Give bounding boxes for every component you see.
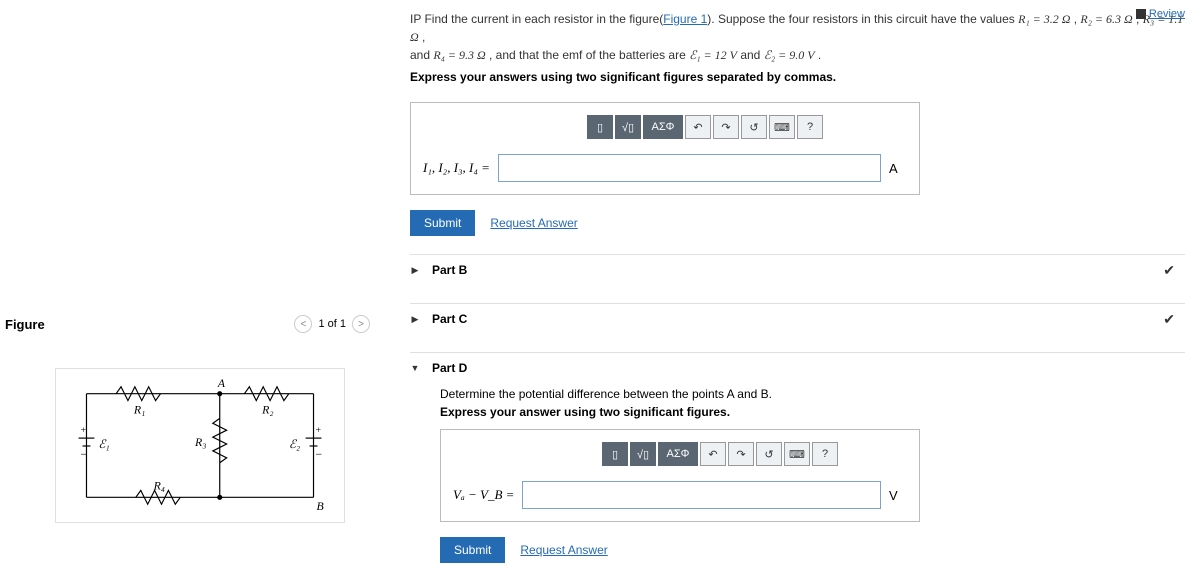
part-d-request-answer-link[interactable]: Request Answer [520,543,607,557]
svg-text:R₂: R₂ [261,402,273,416]
check-icon: ✔ [1163,262,1175,279]
svg-text:−: − [315,447,322,461]
svg-text:R₃: R₃ [194,435,206,449]
figure-panel: Figure < 1 of 1 > [0,0,380,565]
part-d-text: Determine the potential difference betwe… [440,387,1185,401]
keyboard-button[interactable]: ⌨ [784,442,810,466]
part-a-answer-input[interactable] [498,154,881,182]
part-b-header[interactable]: ▶ Part B ✔ [410,254,1185,285]
redo-button[interactable]: ↷ [728,442,754,466]
figure-nav-label: 1 of 1 [318,318,346,330]
part-d-instruction: Express your answer using two significan… [440,405,1185,419]
keyboard-button[interactable]: ⌨ [769,115,795,139]
caret-right-icon: ▶ [410,265,420,276]
check-icon: ✔ [1163,311,1175,328]
part-a-instruction: Express your answers using two significa… [410,70,1185,84]
svg-text:A: A [217,376,226,390]
caret-right-icon: ▶ [410,314,420,325]
figure-next-button[interactable]: > [352,315,370,333]
part-c-header[interactable]: ▶ Part C ✔ [410,303,1185,334]
part-d-variable-label: Vₐ − V_B = [453,487,514,503]
greek-button[interactable]: ΑΣΦ [658,442,698,466]
problem-statement: IP Find the current in each resistor in … [410,10,1185,64]
undo-button[interactable]: ↶ [700,442,726,466]
undo-button[interactable]: ↶ [685,115,711,139]
caret-down-icon: ▼ [410,363,420,373]
svg-text:+: + [81,425,87,436]
svg-text:R₄: R₄ [153,478,165,492]
part-a-submit-button[interactable]: Submit [410,210,475,236]
part-d-answer-block: ▯ √▯ ΑΣΦ ↶ ↷ ↺ ⌨ ? Vₐ − V_B = V [440,429,920,522]
template-button[interactable]: ▯ [587,115,613,139]
part-d-unit: V [889,488,907,503]
figure-prev-button[interactable]: < [294,315,312,333]
svg-text:−: − [81,447,88,461]
review-link[interactable]: Review [1136,8,1185,20]
equation-toolbar: ▯ √▯ ΑΣΦ ↶ ↷ ↺ ⌨ ? [503,115,907,139]
part-a-variable-label: I₁, I₂, I₃, I₄ = [423,160,490,176]
part-d-header[interactable]: ▼ Part D [410,352,1185,383]
reset-button[interactable]: ↺ [741,115,767,139]
flag-icon [1136,9,1146,19]
svg-text:R₁: R₁ [133,402,145,416]
question-panel: Review IP Find the current in each resis… [380,0,1200,565]
part-a-answer-block: ▯ √▯ ΑΣΦ ↶ ↷ ↺ ⌨ ? I₁, I₂, I₃, I₄ = A [410,102,920,195]
help-button[interactable]: ? [812,442,838,466]
svg-text:ℰ₁: ℰ₁ [98,437,109,451]
part-d-submit-button[interactable]: Submit [440,537,505,563]
sqrt-button[interactable]: √▯ [630,442,656,466]
help-button[interactable]: ? [797,115,823,139]
equation-toolbar-d: ▯ √▯ ΑΣΦ ↶ ↷ ↺ ⌨ ? [533,442,907,466]
figure-nav: < 1 of 1 > [294,315,370,333]
circuit-diagram: A B R₁ R₂ R₃ R₄ ℰ₁ ℰ₂ + − + − [55,368,345,523]
sqrt-button[interactable]: √▯ [615,115,641,139]
svg-text:ℰ₂: ℰ₂ [289,437,300,451]
figure-link[interactable]: Figure 1 [663,12,707,26]
part-a-unit: A [889,161,907,176]
svg-text:B: B [316,499,323,513]
template-button[interactable]: ▯ [602,442,628,466]
figure-title: Figure [5,317,45,332]
redo-button[interactable]: ↷ [713,115,739,139]
part-d-body: Determine the potential difference betwe… [410,387,1185,563]
svg-text:+: + [315,425,321,436]
greek-button[interactable]: ΑΣΦ [643,115,683,139]
part-a-request-answer-link[interactable]: Request Answer [490,216,577,230]
reset-button[interactable]: ↺ [756,442,782,466]
part-d-answer-input[interactable] [522,481,881,509]
